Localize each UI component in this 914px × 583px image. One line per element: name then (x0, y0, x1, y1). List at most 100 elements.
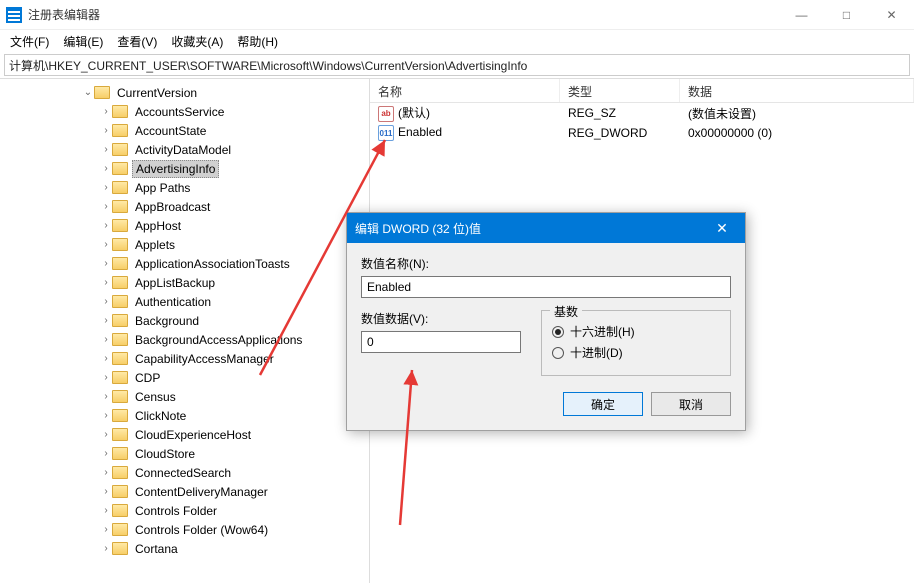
expander-icon[interactable]: › (100, 372, 112, 383)
list-row[interactable]: 011EnabledREG_DWORD0x00000000 (0) (370, 123, 914, 143)
tree-item-label: Census (132, 389, 179, 405)
expander-icon[interactable]: › (100, 258, 112, 269)
expander-icon[interactable]: › (100, 467, 112, 478)
expander-icon[interactable]: › (100, 220, 112, 231)
tree-item-clicknote[interactable]: ›ClickNote (0, 406, 369, 425)
menu-file[interactable]: 文件(F) (4, 31, 55, 52)
folder-icon (112, 295, 128, 308)
tree-item-appbroadcast[interactable]: ›AppBroadcast (0, 197, 369, 216)
tree-item-cloudstore[interactable]: ›CloudStore (0, 444, 369, 463)
tree-item-label: AppHost (132, 218, 184, 234)
folder-icon (112, 200, 128, 213)
col-header-type[interactable]: 类型 (560, 79, 680, 102)
tree-item-capabilityaccessmanager[interactable]: › CapabilityAccessManager (0, 349, 369, 368)
menu-favorites[interactable]: 收藏夹(A) (165, 31, 229, 52)
expander-icon[interactable]: › (100, 524, 112, 535)
tree-item-label: AppListBackup (132, 275, 218, 291)
tree-item-census[interactable]: › Census (0, 387, 369, 406)
tree-item-applistbackup[interactable]: › AppListBackup (0, 273, 369, 292)
expander-icon[interactable]: › (100, 201, 112, 212)
dialog-close-button[interactable]: ✕ (707, 213, 737, 243)
tree-item-cdp[interactable]: › CDP (0, 368, 369, 387)
folder-icon (112, 447, 128, 460)
tree-item-accountstate[interactable]: › AccountState (0, 121, 369, 140)
tree-item-label: Authentication (132, 294, 214, 310)
tree-item-authentication[interactable]: › Authentication (0, 292, 369, 311)
tree-item-accountsservice[interactable]: › AccountsService (0, 102, 369, 121)
list-header: 名称 类型 数据 (370, 79, 914, 103)
tree-item-label: AccountState (132, 123, 209, 139)
radio-dec[interactable]: 十进制(D) (552, 344, 720, 361)
tree-item-advertisinginfo[interactable]: ›AdvertisingInfo (0, 159, 369, 178)
tree-item-connectedsearch[interactable]: ›ConnectedSearch (0, 463, 369, 482)
tree-item-contentdeliverymanager[interactable]: › ContentDeliveryManager (0, 482, 369, 501)
tree-item-activitydatamodel[interactable]: ›ActivityDataModel (0, 140, 369, 159)
col-header-name[interactable]: 名称 (370, 79, 560, 102)
tree-item-backgroundaccessapplications[interactable]: ›BackgroundAccessApplications (0, 330, 369, 349)
regedit-app-icon (6, 7, 22, 23)
expander-icon[interactable]: › (100, 277, 112, 288)
expander-icon[interactable]: ⌄ (82, 87, 94, 98)
titlebar: 注册表编辑器 — □ ✕ (0, 0, 914, 30)
expander-icon[interactable]: › (100, 163, 112, 174)
tree-item-cortana[interactable]: ›Cortana (0, 539, 369, 558)
folder-icon (112, 371, 128, 384)
value-name-input[interactable] (361, 276, 731, 298)
tree-item-label: AccountsService (132, 104, 227, 120)
tree-item-cloudexperiencehost[interactable]: ›CloudExperienceHost (0, 425, 369, 444)
value-type: REG_SZ (560, 106, 680, 120)
tree-item-applets[interactable]: ›Applets (0, 235, 369, 254)
maximize-button[interactable]: □ (824, 0, 869, 30)
radio-hex[interactable]: 十六进制(H) (552, 323, 720, 340)
expander-icon[interactable]: › (100, 543, 112, 554)
tree-item-currentversion[interactable]: ⌄CurrentVersion (0, 83, 369, 102)
expander-icon[interactable]: › (100, 125, 112, 136)
minimize-button[interactable]: — (779, 0, 824, 30)
menu-view[interactable]: 查看(V) (111, 31, 163, 52)
expander-icon[interactable]: › (100, 239, 112, 250)
tree-item-background[interactable]: ›Background (0, 311, 369, 330)
tree-item-label: CDP (132, 370, 163, 386)
expander-icon[interactable]: › (100, 315, 112, 326)
expander-icon[interactable]: › (100, 429, 112, 440)
menu-help[interactable]: 帮助(H) (231, 31, 284, 52)
expander-icon[interactable]: › (100, 182, 112, 193)
expander-icon[interactable]: › (100, 144, 112, 155)
folder-icon (112, 333, 128, 346)
expander-icon[interactable]: › (100, 486, 112, 497)
expander-icon[interactable]: › (100, 410, 112, 421)
expander-icon[interactable]: › (100, 334, 112, 345)
expander-icon[interactable]: › (100, 353, 112, 364)
tree-item-app-paths[interactable]: ›App Paths (0, 178, 369, 197)
tree-item-controls-folder[interactable]: ›Controls Folder (0, 501, 369, 520)
list-body: ab(默认)REG_SZ(数值未设置)011EnabledREG_DWORD0x… (370, 103, 914, 143)
folder-icon (112, 276, 128, 289)
ok-button[interactable]: 确定 (563, 392, 643, 416)
menu-edit[interactable]: 编辑(E) (57, 31, 109, 52)
expander-icon[interactable]: › (100, 296, 112, 307)
folder-icon (112, 238, 128, 251)
tree-item-controls-folder-(wow64)[interactable]: ›Controls Folder (Wow64) (0, 520, 369, 539)
address-bar[interactable]: 计算机\HKEY_CURRENT_USER\SOFTWARE\Microsoft… (4, 54, 910, 76)
tree-item-apphost[interactable]: › AppHost (0, 216, 369, 235)
list-row[interactable]: ab(默认)REG_SZ(数值未设置) (370, 103, 914, 123)
folder-icon (112, 542, 128, 555)
tree-item-applicationassociationtoasts[interactable]: ›ApplicationAssociationToasts (0, 254, 369, 273)
tree-pane[interactable]: ⌄CurrentVersion › AccountsService › AccountS… (0, 79, 370, 583)
radio-hex-button[interactable] (552, 326, 564, 338)
expander-icon[interactable]: › (100, 505, 112, 516)
tree-item-label: CapabilityAccessManager (132, 351, 277, 367)
expander-icon[interactable]: › (100, 391, 112, 402)
col-header-data[interactable]: 数据 (680, 79, 914, 102)
radio-dec-button[interactable] (552, 347, 564, 359)
cancel-button[interactable]: 取消 (651, 392, 731, 416)
folder-icon (112, 257, 128, 270)
close-button[interactable]: ✕ (869, 0, 914, 30)
expander-icon[interactable]: › (100, 448, 112, 459)
value-data-input[interactable] (361, 331, 521, 353)
dialog-titlebar: 编辑 DWORD (32 位)值 ✕ (347, 213, 745, 243)
expander-icon[interactable]: › (100, 106, 112, 117)
window-title: 注册表编辑器 (28, 6, 779, 23)
tree-item-label: ContentDeliveryManager (132, 484, 271, 500)
folder-icon (112, 428, 128, 441)
